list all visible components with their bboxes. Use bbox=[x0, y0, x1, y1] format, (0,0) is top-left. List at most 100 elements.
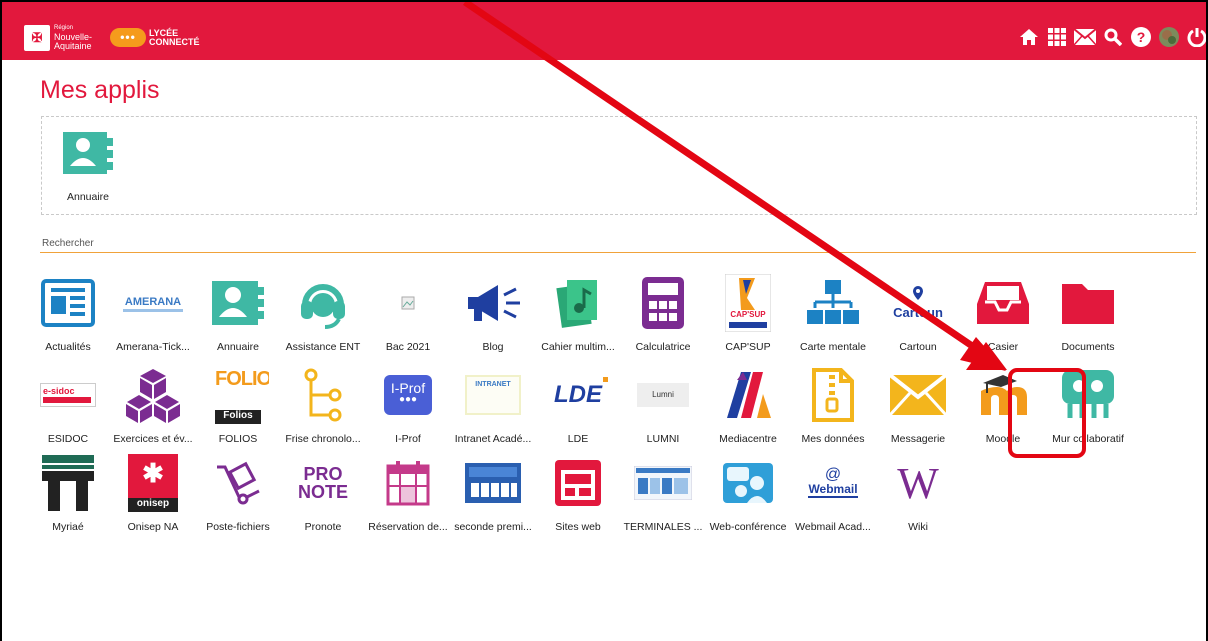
cartoun-logo-icon: Cartoun bbox=[887, 272, 949, 334]
video-conference-icon bbox=[717, 452, 779, 514]
app-tile-exercices[interactable]: Exercices et év... bbox=[110, 364, 196, 448]
top-navigation-bar: ✠ Région Nouvelle- Aquitaine ••• LYCÉE C… bbox=[2, 2, 1206, 60]
lde-logo-icon: LDE bbox=[547, 364, 609, 426]
power-icon[interactable] bbox=[1186, 26, 1206, 48]
app-tile-frise[interactable]: Frise chronolo... bbox=[280, 364, 366, 448]
app-label: Frise chronolo... bbox=[285, 433, 361, 445]
app-tile-esidoc[interactable]: e-sidoc ESIDOC bbox=[25, 364, 111, 448]
region-line-3: Aquitaine bbox=[54, 41, 92, 51]
app-tile-intranet[interactable]: INTRANET Intranet Acadé... bbox=[450, 364, 536, 448]
app-label: TERMINALES ... bbox=[623, 521, 703, 533]
app-label: Poste-fichiers bbox=[206, 521, 270, 533]
app-tile-sites-web[interactable]: Sites web bbox=[535, 452, 621, 536]
app-tile-mediacentre[interactable]: Mediacentre bbox=[705, 364, 791, 448]
app-label: Sites web bbox=[555, 521, 601, 533]
app-tile-myriae[interactable]: Myriaé bbox=[25, 452, 111, 536]
app-label: Intranet Acadé... bbox=[454, 433, 532, 445]
mediacentre-logo-icon bbox=[717, 364, 779, 426]
app-tile-documents[interactable]: Documents bbox=[1045, 272, 1131, 356]
favorite-app-annuaire[interactable]: Annuaire bbox=[45, 122, 131, 206]
app-label: Mes données bbox=[801, 433, 865, 445]
app-tile-cartoun[interactable]: Cartoun Cartoun bbox=[875, 272, 961, 356]
apps-grid-icon[interactable] bbox=[1046, 26, 1068, 48]
app-tile-web-conference[interactable]: Web-conférence bbox=[705, 452, 791, 536]
mail-icon[interactable] bbox=[1074, 26, 1096, 48]
app-tile-carte-mentale[interactable]: Carte mentale bbox=[790, 272, 876, 356]
contact-book-icon bbox=[57, 122, 119, 184]
app-tile-blog[interactable]: Blog bbox=[450, 272, 536, 356]
app-tile-lde[interactable]: LDE LDE bbox=[535, 364, 621, 448]
app-tile-folios[interactable]: FOLIO Folios FOLIOS bbox=[195, 364, 281, 448]
app-tile-cahier-multimedia[interactable]: Cahier multim... bbox=[535, 272, 621, 356]
app-label: Exercices et év... bbox=[113, 433, 193, 445]
app-tile-messagerie[interactable]: Messagerie bbox=[875, 364, 961, 448]
sitemap-icon bbox=[802, 272, 864, 334]
lumni-logo-icon: Lumni bbox=[632, 364, 694, 426]
app-label: Messagerie bbox=[890, 433, 946, 445]
app-tile-onisep[interactable]: ✱ onisep Onisep NA bbox=[110, 452, 196, 536]
notebook-music-icon bbox=[547, 272, 609, 334]
brand-area[interactable]: ✠ Région Nouvelle- Aquitaine ••• LYCÉE C… bbox=[24, 24, 200, 51]
app-label: Calculatrice bbox=[635, 341, 691, 353]
app-label: Casier bbox=[987, 341, 1019, 353]
app-label: CAP'SUP bbox=[725, 341, 771, 353]
inbox-tray-icon bbox=[972, 272, 1034, 334]
app-tile-mes-donnees[interactable]: Mes données bbox=[790, 364, 876, 448]
app-label: Cartoun bbox=[899, 341, 937, 353]
app-tile-wiki[interactable]: W Wiki bbox=[875, 452, 961, 536]
app-tile-capsup[interactable]: CAP'SUP CAP'SUP bbox=[705, 272, 791, 356]
search-icon[interactable] bbox=[1102, 26, 1124, 48]
app-tile-annuaire[interactable]: Annuaire bbox=[195, 272, 281, 356]
favorites-zone: Annuaire bbox=[41, 116, 1197, 215]
pronote-logo-icon: PRO NOTE bbox=[297, 464, 348, 502]
avatar[interactable] bbox=[1158, 26, 1180, 48]
search-input[interactable]: Rechercher bbox=[40, 236, 1196, 253]
newspaper-icon bbox=[37, 272, 99, 334]
app-label: Myriaé bbox=[52, 521, 84, 533]
app-tile-actualites[interactable]: Actualités bbox=[25, 272, 111, 356]
home-icon[interactable] bbox=[1018, 26, 1040, 48]
svg-text:?: ? bbox=[1137, 29, 1146, 45]
help-icon[interactable]: ? bbox=[1130, 26, 1152, 48]
headset-icon bbox=[292, 272, 354, 334]
app-tile-amerana[interactable]: AMERANA Amerana-Tick... bbox=[110, 272, 196, 356]
amerana-logo-icon: AMERANA bbox=[122, 272, 184, 334]
app-tile-lumni[interactable]: Lumni LUMNI bbox=[620, 364, 706, 448]
folios-logo-icon: FOLIO Folios bbox=[207, 364, 269, 426]
app-label: LUMNI bbox=[646, 433, 680, 445]
app-tile-assistance-ent[interactable]: Assistance ENT bbox=[280, 272, 366, 356]
app-tile-pronote[interactable]: PRO NOTE Pronote bbox=[280, 452, 366, 536]
app-label: Annuaire bbox=[216, 341, 260, 353]
app-label: Réservation de... bbox=[368, 521, 448, 533]
app-label: Webmail Acad... bbox=[795, 521, 871, 533]
webmail-logo-icon: @ Webmail bbox=[808, 466, 858, 498]
region-name: Région Nouvelle- Aquitaine bbox=[54, 24, 98, 51]
calendar-icon bbox=[377, 452, 439, 514]
speech-bubble-icon: ••• bbox=[110, 28, 146, 47]
app-label: Web-conférence bbox=[709, 521, 787, 533]
app-tile-reservation[interactable]: Réservation de... bbox=[365, 452, 451, 536]
page-title: Mes applis bbox=[40, 76, 160, 104]
app-tile-calculatrice[interactable]: Calculatrice bbox=[620, 272, 706, 356]
zip-file-icon bbox=[802, 364, 864, 426]
toolbar-icons: ? bbox=[1012, 26, 1206, 48]
contact-book-icon bbox=[207, 272, 269, 334]
app-tile-casier[interactable]: Casier bbox=[960, 272, 1046, 356]
browser-window-icon bbox=[547, 452, 609, 514]
app-tile-poste-fichiers[interactable]: Poste-fichiers bbox=[195, 452, 281, 536]
course-thumbnail-icon bbox=[462, 452, 524, 514]
app-tile-iprof[interactable]: I-Prof ●●● I-Prof bbox=[365, 364, 451, 448]
app-tile-bac-2021[interactable]: Bac 2021 bbox=[365, 272, 451, 356]
calculator-icon bbox=[632, 272, 694, 334]
timeline-icon bbox=[292, 364, 354, 426]
app-label: Documents bbox=[1061, 341, 1115, 353]
app-tile-seconde-premiere[interactable]: seconde premi... bbox=[450, 452, 536, 536]
app-label: ESIDOC bbox=[47, 433, 89, 445]
app-tile-webmail[interactable]: @ Webmail Webmail Acad... bbox=[790, 452, 876, 536]
capsup-logo-icon: CAP'SUP bbox=[717, 272, 779, 334]
app-tile-terminales[interactable]: TERMINALES ... bbox=[620, 452, 706, 536]
app-label: Wiki bbox=[908, 521, 928, 533]
app-label: seconde premi... bbox=[454, 521, 532, 533]
app-label: Onisep NA bbox=[127, 521, 179, 533]
myriae-logo-icon bbox=[37, 452, 99, 514]
